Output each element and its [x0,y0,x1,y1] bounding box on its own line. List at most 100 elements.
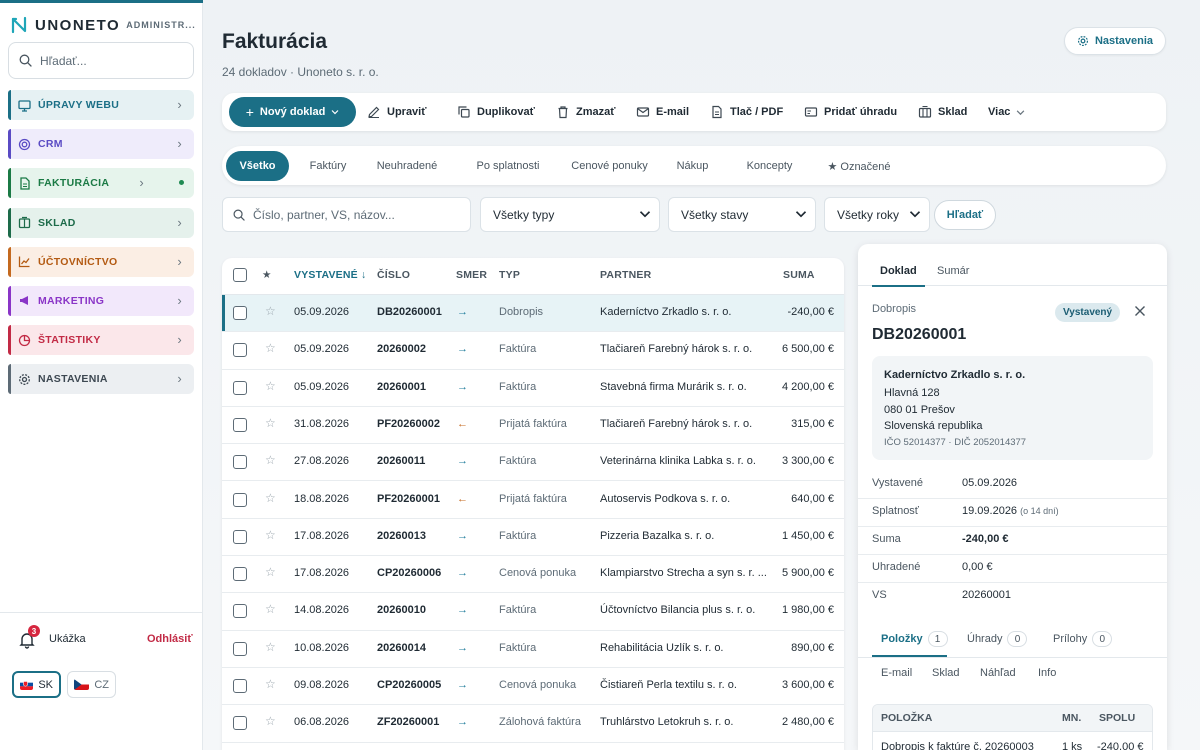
table-row[interactable]: ☆ 17.08.2026 CP20260006 → Cenová ponuka Klamp… [222,556,844,594]
lang-cz-button[interactable]: CZ [67,671,116,698]
add-payment-button[interactable]: Pridať úhradu [804,97,897,127]
star-icon[interactable]: ☆ [265,640,276,654]
cell-dir: → [457,679,468,691]
tab-oznacene[interactable]: ★ Označené [818,151,900,181]
star-icon[interactable]: ☆ [265,304,276,318]
star-icon[interactable]: ☆ [265,528,276,542]
flag-cz-icon [74,679,90,690]
lang-sk-button[interactable]: SK [12,671,61,698]
sidebar-item-crm[interactable]: CRM › [8,129,194,160]
row-checkbox[interactable] [233,492,247,507]
row-checkbox[interactable] [233,306,247,320]
edit-button[interactable]: Upraviť [367,97,427,127]
year-select[interactable]: Všetky roky [824,197,930,232]
email-button[interactable]: E-mail [636,97,689,127]
subtab-nahlad[interactable]: Náhľad [980,667,1016,679]
warehouse-icon [18,216,31,229]
col-partner[interactable]: PARTNER [600,269,651,281]
row-checkbox[interactable] [233,679,247,693]
subtab-uhrady[interactable]: Úhrady 0 [967,631,1028,647]
table-row[interactable]: ☆ 17.08.2026 20260013 → Faktúra Pizzeria Baza… [222,519,844,557]
detail-tab-doklad[interactable]: Doklad [872,265,925,287]
row-checkbox[interactable] [233,529,247,544]
close-icon[interactable] [1132,303,1148,319]
table-row[interactable]: ☆ 27.08.2026 20260011 → Faktúra Veterinárna k… [222,444,844,482]
tab-cenove-ponuky[interactable]: Cenové ponuky [562,151,657,181]
sidebar-item-statistiky[interactable]: ŠTATISTIKY › [8,325,194,356]
star-icon[interactable]: ☆ [265,714,276,728]
more-button[interactable]: Viac [988,97,1025,127]
col-star[interactable]: ★ [262,269,272,281]
sidebar-search-input[interactable] [40,53,180,68]
table-row[interactable]: ☆ 31.08.2026 PF20260002 ← Prijatá faktúra Tla… [222,407,844,445]
table-row[interactable]: ☆ 05.09.2026 20260001 → Faktúra Stavebná firm… [222,370,844,407]
new-document-button[interactable]: + Nový doklad [229,97,356,127]
sidebar-item-upravy-webu[interactable]: ÚPRAVY WEBU › [8,90,194,120]
row-checkbox[interactable] [233,343,247,358]
table-row[interactable]: ☆ 10.08.2026 20260014 → Faktúra Rehabilitácia… [222,631,844,668]
state-select[interactable]: Všetky stavy [668,197,816,232]
star-icon[interactable]: ☆ [265,602,276,616]
field-vs: VS 20260001 [858,583,1167,611]
col-direction[interactable]: SMER [456,269,487,281]
select-all-checkbox[interactable] [233,268,247,282]
sidebar-item-fakturacia[interactable]: FAKTURÁCIA › [8,168,194,199]
type-select[interactable]: Všetky typy [480,197,660,232]
star-icon[interactable]: ☆ [265,416,276,430]
field-value: -240,00 € [962,533,1009,545]
tab-faktury[interactable]: Faktúry [298,151,358,181]
star-icon[interactable]: ☆ [265,453,276,467]
row-checkbox[interactable] [233,716,247,731]
stock-button[interactable]: Sklad [918,97,967,127]
delete-button[interactable]: Zmazať [556,97,616,127]
table-row[interactable]: ☆ 05.09.2026 DB20260001 → Dobropis Kaderníctv… [222,295,844,333]
warehouse-icon [918,105,932,118]
row-checkbox[interactable] [233,567,247,582]
col-amount[interactable]: SUMA [783,269,815,281]
tab-koncepty[interactable]: Koncepty [737,151,802,181]
settings-button[interactable]: Nastavenia [1064,27,1166,55]
table-row[interactable]: ☆ 09.08.2026 CP20260005 → Cenová ponuka Čisti… [222,668,844,706]
sidebar-item-nastavenia[interactable]: NASTAVENIA › [8,364,194,395]
subtab-prilohy[interactable]: Prílohy 0 [1053,631,1113,647]
table-row[interactable]: ☆ 06.08.2026 ZF20260001 → Zálohová faktúra Tr… [222,705,844,743]
col-number[interactable]: ČÍSLO [377,269,410,281]
sidebar-item-marketing[interactable]: MARKETING › [8,285,194,316]
detail-tab-sumar[interactable]: Sumár [937,265,969,277]
documents-table: ★ VYSTAVENÉ ↓ ČÍSLO SMER TYP PARTNER SUM… [222,258,844,750]
print-pdf-button[interactable]: Tlač / PDF [710,97,783,127]
search-button[interactable]: Hľadať [934,200,996,230]
sidebar-item-uctovnictvo[interactable]: ÚČTOVNÍCTVO › [8,246,194,277]
table-row[interactable]: ☆ 14.08.2026 20260010 → Faktúra Účtovníctvo B… [222,593,844,631]
star-icon[interactable]: ☆ [265,341,276,355]
table-row[interactable]: ☆ 05.09.2026 20260002 → Faktúra Tlačiareň Far… [222,332,844,370]
tab-po-splatnosti[interactable]: Po splatnosti [464,151,552,181]
row-checkbox[interactable] [233,641,247,656]
subtab-info[interactable]: Info [1038,667,1056,679]
cell-amount: 2 480,00 € [782,716,834,729]
tab-nakup[interactable]: Nákup [670,151,715,181]
cell-dir: → [457,716,468,729]
row-checkbox[interactable] [233,455,247,470]
star-icon[interactable]: ☆ [265,677,276,691]
subtab-sklad[interactable]: Sklad [932,667,960,679]
star-icon[interactable]: ☆ [265,565,276,579]
tab-neuhradene[interactable]: Neuhradené [368,151,446,181]
row-checkbox[interactable] [233,380,247,395]
sidebar-item-sklad[interactable]: SKLAD › [8,207,194,238]
logout-link[interactable]: Odhlásiť [147,633,193,645]
document-search-input[interactable] [253,207,463,222]
subtab-polozky[interactable]: Položky 1 [881,631,948,647]
subtab-email[interactable]: E-mail [881,667,912,679]
col-type[interactable]: TYP [499,269,520,281]
brand[interactable]: UNONETO ADMINISTR... [11,14,196,36]
row-checkbox[interactable] [233,604,247,619]
star-icon[interactable]: ☆ [265,379,276,393]
cell-date: 10.08.2026 [294,641,350,654]
row-checkbox[interactable] [233,417,247,432]
col-date[interactable]: VYSTAVENÉ ↓ [294,269,366,281]
star-icon[interactable]: ☆ [265,491,276,505]
table-row[interactable]: ☆ 18.08.2026 PF20260001 ← Prijatá faktúra Aut… [222,482,844,519]
duplicate-button[interactable]: Duplikovať [457,97,535,127]
tab-vsetko[interactable]: Všetko [226,151,289,181]
